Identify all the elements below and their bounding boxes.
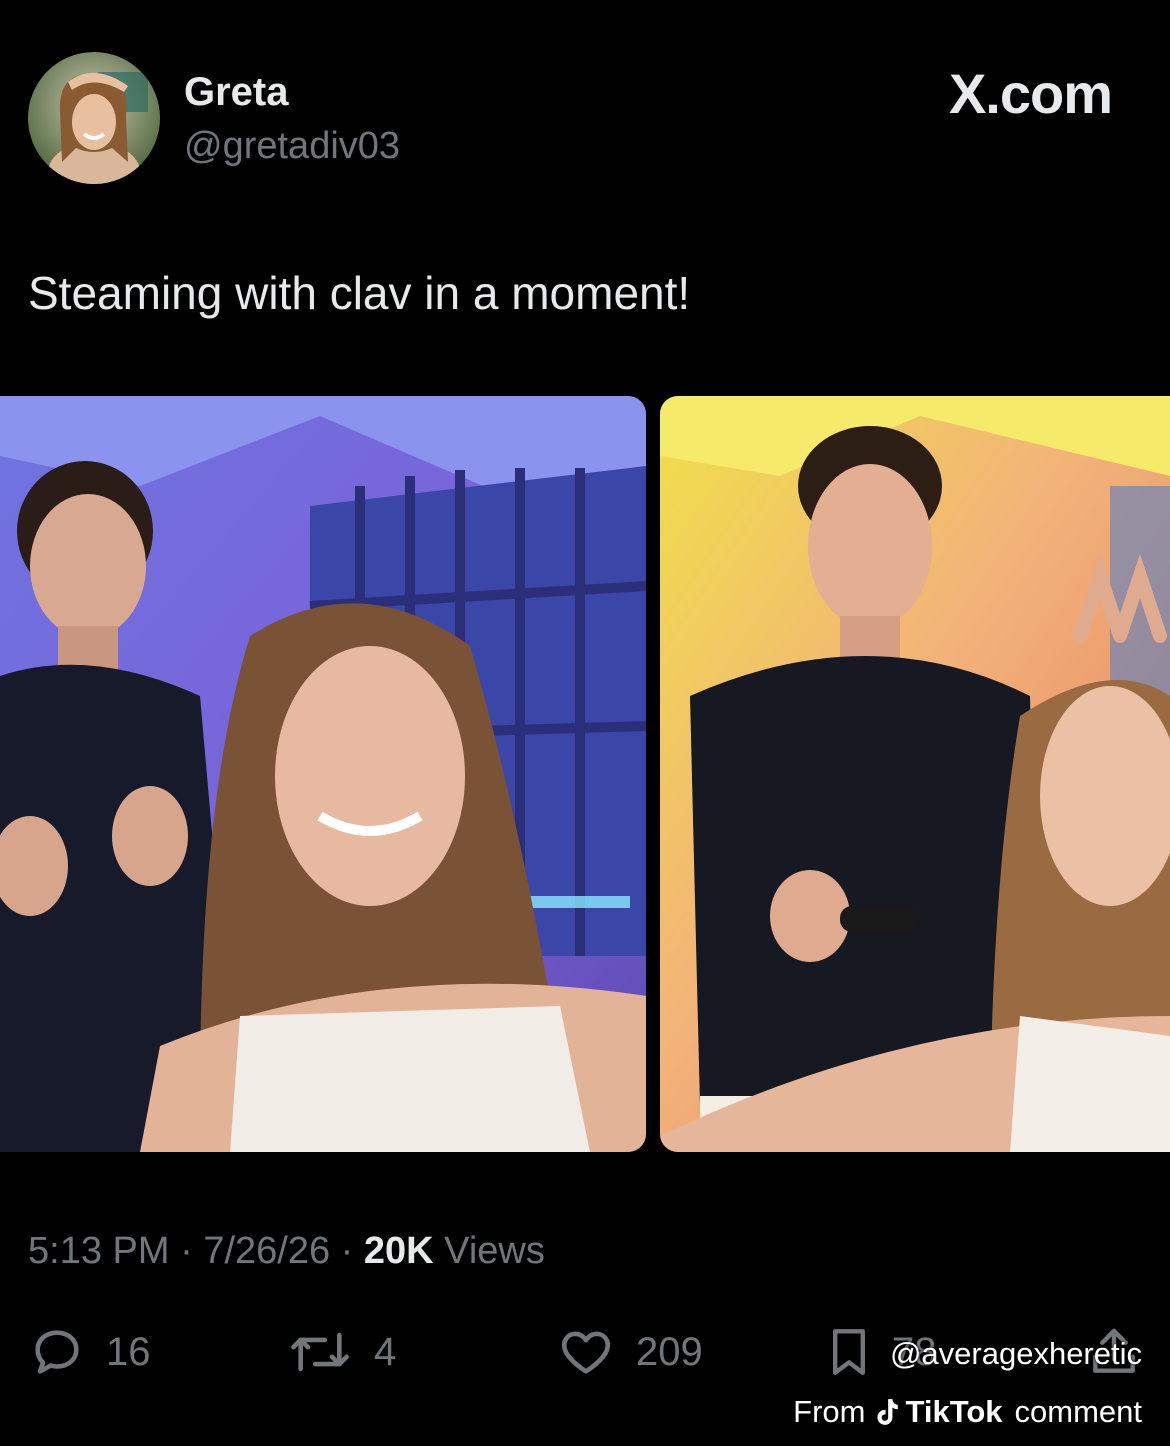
tiktok-suffix-label: comment	[1014, 1394, 1142, 1429]
tiktok-wordmark: TikTok	[905, 1394, 1003, 1429]
reply-count: 16	[106, 1329, 151, 1374]
reply-icon	[35, 1330, 79, 1374]
tweet-meta: 5:13 PM · 7/26/26 · 20K Views	[28, 1226, 545, 1276]
display-name[interactable]: Greta	[184, 68, 289, 116]
heart-icon	[561, 1331, 611, 1374]
tiktok-note-icon	[877, 1399, 899, 1425]
separator: ·	[340, 1230, 354, 1272]
tweet-time[interactable]: 5:13 PM	[28, 1230, 170, 1272]
tweet-text: Steaming with clav in a moment!	[28, 267, 691, 319]
tiktok-username-overlay: @averagexheretic	[889, 1336, 1142, 1371]
tiktok-from-label: From	[793, 1394, 866, 1429]
tiktok-logo: TikTok	[873, 1390, 1003, 1434]
media-image-1[interactable]	[0, 396, 646, 1152]
repost-button[interactable]: 4	[286, 1320, 396, 1384]
reply-button[interactable]: 16	[28, 1320, 151, 1384]
repost-count: 4	[374, 1329, 397, 1374]
media-image-2[interactable]	[660, 396, 1170, 1152]
photo-illustration	[660, 396, 1170, 1152]
profile-photo-icon	[28, 52, 160, 184]
bookmark-icon	[833, 1329, 865, 1375]
photo-illustration	[0, 396, 646, 1152]
brand-logo: X.com	[948, 62, 1113, 125]
tiktok-watermark: From TikTok comment	[793, 1390, 1142, 1434]
avatar[interactable]	[28, 52, 160, 184]
views-count: 20K	[363, 1230, 434, 1272]
separator: ·	[180, 1230, 193, 1272]
repost-icon	[291, 1332, 349, 1372]
like-count: 209	[636, 1329, 703, 1374]
views-label: Views	[444, 1230, 545, 1272]
tweet-date[interactable]: 7/26/26	[203, 1230, 330, 1272]
like-button[interactable]: 209	[556, 1320, 703, 1384]
username-handle[interactable]: @gretadiv03	[184, 122, 400, 170]
